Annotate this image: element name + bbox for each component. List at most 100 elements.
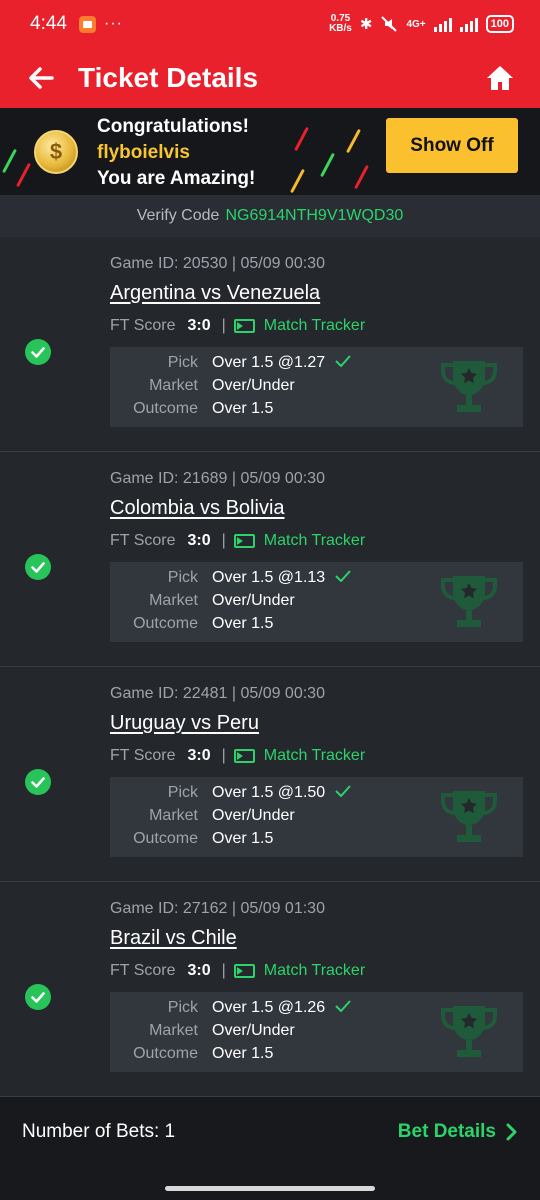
more-notifications-icon: ··· <box>103 15 123 32</box>
home-button[interactable] <box>480 58 520 98</box>
match-teams-link[interactable]: Argentina vs Venezuela <box>110 282 320 305</box>
trophy-icon <box>441 361 497 412</box>
outcome-row: Outcome Over 1.5 <box>110 830 410 852</box>
pick-won-check-icon <box>335 354 351 376</box>
separator: | <box>221 317 226 334</box>
pick-value: Over 1.5 @1.50 <box>212 784 326 801</box>
won-check-icon <box>25 554 51 580</box>
home-indicator[interactable] <box>165 1186 375 1191</box>
outcome-value: Over 1.5 <box>212 830 274 847</box>
pick-label: Pick <box>167 784 198 801</box>
verify-code-label: Verify Code <box>136 207 220 224</box>
pick-value: Over 1.5 @1.26 <box>212 999 326 1016</box>
pick-won-check-icon <box>335 999 351 1021</box>
chevron-right-icon <box>506 1123 517 1141</box>
selection-details: Pick Over 1.5 @1.13 Market Over/Under Ou… <box>110 562 523 642</box>
show-off-button[interactable]: Show Off <box>386 118 518 173</box>
selection-details: Pick Over 1.5 @1.26 Market Over/Under Ou… <box>110 992 523 1072</box>
pick-label: Pick <box>167 354 198 371</box>
confetti-streak <box>16 162 31 188</box>
match-tracker-icon[interactable] <box>233 964 255 978</box>
score-row: FT Score 3:0 | Match Tracker <box>110 317 365 335</box>
congrats-line: Congratulations! <box>97 116 249 137</box>
outcome-row: Outcome Over 1.5 <box>110 400 410 422</box>
trophy-icon <box>441 1006 497 1057</box>
won-check-icon <box>25 984 51 1010</box>
coin-symbol: $ <box>49 139 63 164</box>
market-value: Over/Under <box>212 807 295 824</box>
score-row: FT Score 3:0 | Match Tracker <box>110 962 365 980</box>
bluetooth-icon: ✱ <box>359 16 373 33</box>
confetti-streak <box>294 126 309 152</box>
outcome-row: Outcome Over 1.5 <box>110 615 410 637</box>
bet-item: Game ID: 21689 | 05/09 00:30 Colombia vs… <box>0 452 540 667</box>
match-teams-link[interactable]: Brazil vs Chile <box>110 927 237 950</box>
match-teams-link[interactable]: Uruguay vs Peru <box>110 712 259 735</box>
trophy-icon <box>441 576 497 627</box>
outcome-row: Outcome Over 1.5 <box>110 1045 410 1067</box>
ft-score-label: FT Score <box>110 317 176 334</box>
bet-item: Game ID: 27162 | 05/09 01:30 Brazil vs C… <box>0 882 540 1097</box>
confetti-streak <box>2 148 17 174</box>
match-tracker-icon[interactable] <box>233 749 255 763</box>
market-row: Market Over/Under <box>110 1022 410 1044</box>
score-row: FT Score 3:0 | Match Tracker <box>110 532 365 550</box>
bet-details-button[interactable]: Bet Details <box>398 1121 518 1143</box>
bet-item: Game ID: 22481 | 05/09 00:30 Uruguay vs … <box>0 667 540 882</box>
match-tracker-link[interactable]: Match Tracker <box>264 962 365 980</box>
match-tracker-link[interactable]: Match Tracker <box>264 317 365 335</box>
bet-item: Game ID: 20530 | 05/09 00:30 Argentina v… <box>0 237 540 452</box>
match-tracker-icon[interactable] <box>233 534 255 548</box>
calendar-notification-icon <box>78 15 96 33</box>
ft-score-label: FT Score <box>110 532 176 549</box>
status-time: 4:44 <box>30 13 67 34</box>
status-bar: 4:44 ··· 0.75 KB/s ✱ 4G+ 100 <box>0 0 540 48</box>
muted-icon <box>381 16 398 32</box>
match-tracker-link[interactable]: Match Tracker <box>264 747 365 765</box>
username: flyboielvis <box>97 142 190 163</box>
verify-code-value[interactable]: NG6914NTH9V1WQD30 <box>225 207 403 225</box>
network-type: 4G+ <box>406 18 426 30</box>
match-tracker-link[interactable]: Match Tracker <box>264 532 365 550</box>
market-label: Market <box>149 377 198 394</box>
separator: | <box>221 962 226 979</box>
market-row: Market Over/Under <box>110 377 410 399</box>
ft-score-label: FT Score <box>110 747 176 764</box>
confetti-streak <box>290 168 305 194</box>
market-value: Over/Under <box>212 1022 295 1039</box>
back-button[interactable] <box>16 53 66 103</box>
market-row: Market Over/Under <box>110 592 410 614</box>
confetti-streak <box>320 152 335 178</box>
pick-label: Pick <box>167 569 198 586</box>
congratulations-banner: $ Congratulations! flyboielvis You are A… <box>0 108 540 195</box>
ft-score-label: FT Score <box>110 962 176 979</box>
signal-strength-icon-2 <box>459 16 478 32</box>
selection-details: Pick Over 1.5 @1.50 Market Over/Under Ou… <box>110 777 523 857</box>
confetti-streak <box>354 164 369 190</box>
home-icon <box>487 66 513 90</box>
score-row: FT Score 3:0 | Match Tracker <box>110 747 365 765</box>
market-value: Over/Under <box>212 592 295 609</box>
market-row: Market Over/Under <box>110 807 410 829</box>
ft-score-value: 3:0 <box>187 747 211 764</box>
market-value: Over/Under <box>212 377 295 394</box>
pick-row: Pick Over 1.5 @1.13 <box>110 569 410 591</box>
game-id-date: Game ID: 27162 | 05/09 01:30 <box>110 900 325 917</box>
market-label: Market <box>149 592 198 609</box>
pick-value: Over 1.5 @1.27 <box>212 354 326 371</box>
ft-score-value: 3:0 <box>187 317 211 334</box>
won-check-icon <box>25 339 51 365</box>
separator: | <box>221 532 226 549</box>
pick-value: Over 1.5 @1.13 <box>212 569 326 586</box>
match-teams-link[interactable]: Colombia vs Bolivia <box>110 497 285 520</box>
battery-icon: 100 <box>485 15 514 33</box>
outcome-label: Outcome <box>133 1045 198 1062</box>
congratulations-message: Congratulations! flyboielvis You are Ama… <box>97 114 255 192</box>
pick-row: Pick Over 1.5 @1.27 <box>110 354 410 376</box>
game-id-date: Game ID: 21689 | 05/09 00:30 <box>110 470 325 487</box>
match-tracker-icon[interactable] <box>233 319 255 333</box>
signal-strength-icon <box>433 16 452 32</box>
ticket-footer: Number of Bets: 1 Bet Details <box>0 1097 540 1167</box>
page-title: Ticket Details <box>78 62 259 93</box>
confetti-streak <box>346 128 361 154</box>
